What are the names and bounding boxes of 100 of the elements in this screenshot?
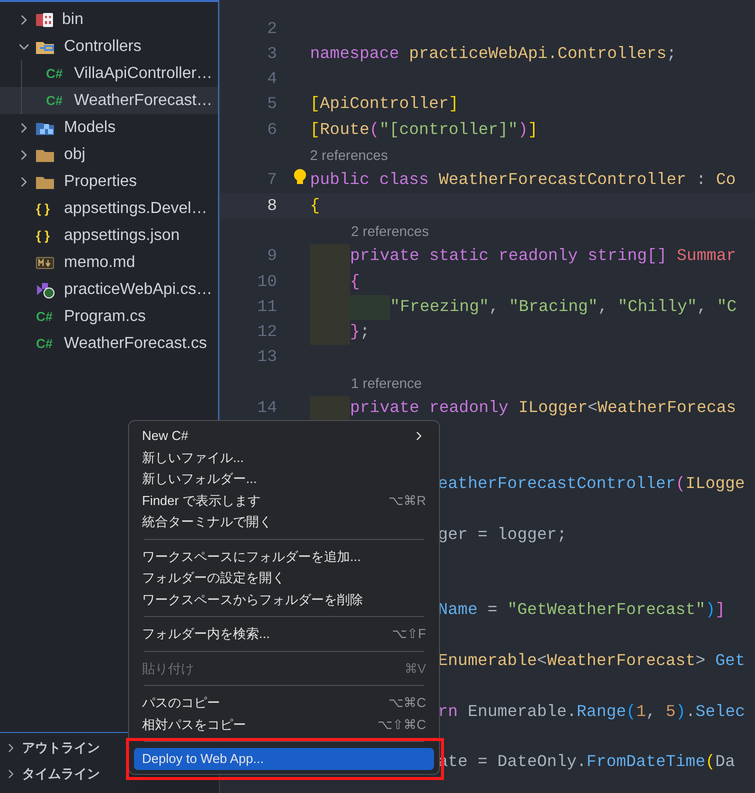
code-token: ,	[489, 296, 500, 318]
indent-guide	[310, 396, 350, 422]
tree-item[interactable]: practiceWebApi.cs…	[0, 276, 218, 303]
tree-item-label: Controllers	[64, 36, 142, 56]
code-token: (	[626, 700, 636, 723]
code-token: "GetWeatherForecast"	[507, 599, 706, 622]
code-token: Route	[320, 118, 370, 141]
code-token: ,	[646, 700, 657, 723]
line-number: 10	[256, 270, 277, 293]
code-token: Da	[715, 751, 736, 774]
code-token: private readonly	[350, 397, 510, 420]
csharp-file-icon: C#	[36, 306, 56, 326]
code-token: WeatherForecast	[546, 650, 696, 672]
line-number: 14	[256, 397, 277, 420]
tree-item[interactable]: Models	[0, 114, 218, 141]
code-token: ILogger	[518, 397, 588, 420]
menu-item[interactable]: ワークスペースからフォルダーを削除	[134, 588, 434, 610]
code-token: 5	[666, 700, 676, 723]
code-token: ApiController	[320, 93, 449, 116]
tree-item[interactable]: memo.md	[0, 249, 218, 276]
line-number: 2	[266, 18, 277, 40]
folder-icon	[36, 12, 54, 28]
menu-item[interactable]: New C#	[134, 425, 434, 446]
code-token: ,	[598, 296, 609, 318]
tree-item-label: bin	[62, 10, 84, 30]
tree-item-label: appsettings.json	[64, 226, 180, 246]
tree-item-label: WeatherForecast.cs	[64, 334, 207, 354]
line-number: 7	[266, 169, 277, 192]
tree-item[interactable]: Properties	[0, 168, 218, 195]
tree-item[interactable]: bin	[0, 6, 218, 33]
json-file-icon: { }	[36, 226, 56, 246]
code-token: "C	[716, 296, 737, 318]
line-number: 4	[266, 68, 277, 90]
menu-item[interactable]: ワークスペースにフォルダーを追加...	[134, 546, 434, 567]
code-token: [	[310, 118, 320, 141]
code-token: )	[676, 700, 686, 723]
code-token: "Bracing"	[508, 296, 598, 318]
code-token: Selec	[696, 700, 746, 723]
menu-item[interactable]: 相対パスをコピー ⌥⇧⌘C	[134, 714, 434, 735]
tree-item[interactable]: C# VillaApiController…	[0, 60, 218, 87]
code-token: Summar	[676, 245, 736, 268]
tree-item[interactable]: C# Program.cs	[0, 303, 218, 330]
tree-item-label: appsettings.Devel…	[64, 198, 208, 218]
line-number: 11	[256, 296, 277, 318]
code-token: ger = logger;	[438, 524, 567, 546]
line-number: 9	[266, 245, 277, 268]
menu-item[interactable]: 統合ターミナルで開く	[134, 511, 434, 532]
code-token: FromDateTime	[586, 751, 706, 774]
code-token: 1	[636, 700, 646, 723]
code-token: eatherForecastController	[438, 472, 676, 495]
code-token: Enumerable	[438, 650, 538, 672]
code-token: ]	[448, 93, 459, 116]
csharp-file-icon: C#	[46, 90, 66, 110]
reference-count[interactable]: 2 references	[351, 220, 429, 242]
tree-item[interactable]: Controllers	[0, 33, 218, 60]
menu-item[interactable]: Finder で表示します ⌥⌘R	[134, 490, 434, 511]
tree-item[interactable]: { } appsettings.json	[0, 222, 218, 249]
csharp-file-icon: C#	[36, 334, 56, 354]
tree-item[interactable]: obj	[0, 141, 218, 168]
menu-item[interactable]: パスのコピー ⌥⌘C	[134, 692, 434, 714]
project-file-icon	[36, 280, 56, 298]
code-token: .	[686, 700, 696, 723]
tree-item-label: WeatherForecast…	[74, 90, 212, 110]
code-token: private static readonly string[]	[350, 245, 668, 268]
tree-item-label: Models	[64, 118, 116, 138]
code-token: ]	[715, 599, 726, 622]
menu-item[interactable]: フォルダーの設定を開く	[134, 567, 434, 588]
code-token: Range	[576, 700, 626, 723]
json-file-icon: { }	[36, 198, 56, 218]
csharp-file-icon: C#	[46, 64, 66, 84]
code-token: Name	[438, 599, 478, 622]
tree-item[interactable]: C# WeatherForecast.cs	[0, 330, 218, 357]
tree-item[interactable]: C# WeatherForecast…	[0, 87, 218, 114]
code-token: Co	[716, 169, 736, 192]
tree-item-label: memo.md	[64, 252, 136, 272]
code-token: {	[350, 270, 360, 293]
code-token: "[controller]"	[379, 118, 518, 141]
line-number: 12	[256, 321, 277, 344]
tree-item-label: Properties	[64, 172, 137, 192]
code-token: =	[486, 599, 498, 622]
tree-item[interactable]: { } appsettings.Devel…	[0, 195, 218, 222]
code-token: WeatherForecastController	[438, 169, 686, 192]
menu-item[interactable]: 新しいファイル...	[134, 446, 434, 468]
code-token: WeatherForecas	[598, 397, 736, 420]
tree-item-label: obj	[64, 144, 86, 164]
reference-count[interactable]: 1 reference	[351, 372, 422, 394]
tree-item-label: VillaApiController…	[74, 64, 212, 84]
reference-count[interactable]: 2 references	[310, 144, 388, 166]
code-token: [	[310, 93, 320, 116]
menu-item[interactable]: Deploy to Web App...	[134, 748, 434, 770]
code-token: {	[310, 194, 320, 217]
lightbulb-icon[interactable]	[293, 168, 307, 186]
code-token: >	[695, 650, 706, 672]
line-number: 8	[266, 194, 277, 217]
line-number: 3	[266, 42, 277, 65]
menu-item[interactable]: 新しいフォルダー...	[134, 468, 434, 490]
code-token: ;	[666, 42, 676, 65]
menu-item[interactable]: フォルダー内を検索... ⌥⇧F	[134, 623, 434, 644]
code-token: (	[705, 751, 716, 774]
code-token: ]	[528, 118, 538, 141]
